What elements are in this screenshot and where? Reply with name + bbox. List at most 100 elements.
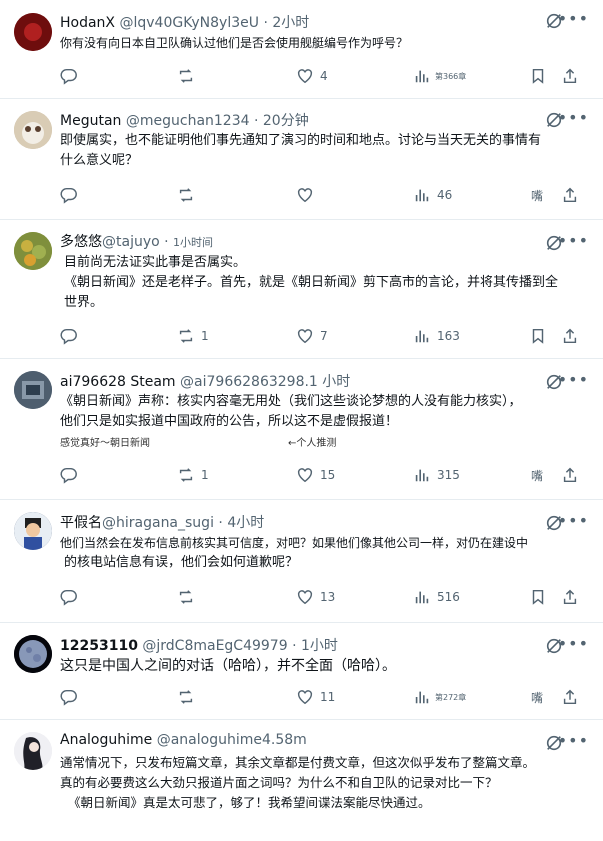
more-options-icon[interactable]: ••• bbox=[558, 511, 589, 530]
bookmark-button[interactable]: 嘴 bbox=[531, 465, 543, 485]
reply-icon bbox=[60, 68, 77, 85]
reply-tweet[interactable]: 12253110 @jrdC8maEgC49979 · 1小时 ••• 这只是中… bbox=[0, 623, 603, 720]
display-name[interactable]: 平假名 bbox=[60, 515, 102, 531]
bookmark-button[interactable] bbox=[529, 587, 547, 607]
separator-dot: · bbox=[253, 113, 259, 129]
bookmark-button[interactable]: 嘴 bbox=[531, 185, 543, 205]
tweet-header: 多悠悠@tajuyo · 1小时间 bbox=[60, 231, 213, 251]
heart-icon bbox=[297, 329, 313, 344]
more-options-icon[interactable]: ••• bbox=[558, 231, 589, 250]
display-name[interactable]: 12253110 bbox=[60, 638, 138, 654]
handle[interactable]: @ai79662863298.1 bbox=[180, 374, 318, 390]
tweet-text-line: 即使属实，也不能证明他们事先通知了演习的时间和地点。讨论与当天无关的事情有 bbox=[60, 133, 542, 148]
tweet-text-line: 目前尚无法证实此事是否属实。 bbox=[64, 255, 247, 270]
views-button[interactable]: 46 bbox=[413, 185, 452, 205]
timestamp[interactable]: 4小时 bbox=[227, 515, 264, 531]
heart-icon bbox=[297, 188, 313, 203]
retweet-button[interactable] bbox=[177, 687, 201, 707]
avatar[interactable] bbox=[14, 512, 52, 550]
tweet-text: 即使属实，也不能证明他们事先通知了演习的时间和地点。讨论与当天无关的事情有 什么… bbox=[60, 131, 573, 171]
timestamp[interactable]: 20分钟 bbox=[263, 113, 309, 129]
like-count: 13 bbox=[320, 590, 336, 604]
action-bar: 46 嘴 bbox=[0, 185, 603, 207]
views-button[interactable]: 163 bbox=[413, 326, 460, 346]
reply-tweet[interactable]: Megutan @meguchan1234 · 20分钟 ••• 即使属实，也不… bbox=[0, 99, 603, 220]
timestamp[interactable]: 小时 bbox=[322, 374, 350, 390]
display-name[interactable]: ai796628 Steam bbox=[60, 374, 176, 390]
more-options-icon[interactable]: ••• bbox=[558, 108, 589, 127]
tweet-header: HodanX @lqv40GKyN8yl3eU · 2小时 bbox=[60, 12, 309, 32]
handle[interactable]: @jrdC8maEgC49979 bbox=[142, 638, 287, 654]
action-bar: 1 15 315 嘴 bbox=[0, 465, 603, 487]
share-button[interactable] bbox=[561, 326, 579, 346]
reply-tweet[interactable]: HodanX @lqv40GKyN8yl3eU · 2小时 ••• 你有没有向日… bbox=[0, 0, 603, 99]
reply-button[interactable] bbox=[60, 185, 84, 205]
reply-button[interactable] bbox=[60, 326, 84, 346]
views-button[interactable]: 第366章 bbox=[413, 66, 466, 86]
avatar[interactable] bbox=[14, 371, 52, 409]
tweet-text: 通常情况下，只发布短篇文章，其余文章都是付费文章，但这次似乎发布了整篇文章。 真… bbox=[60, 753, 573, 813]
like-button[interactable]: 7 bbox=[296, 326, 328, 346]
display-name[interactable]: Analoguhime bbox=[60, 732, 152, 748]
tweet-text: 你有没有向日本自卫队确认过他们是否会使用舰艇编号作为呼号？ bbox=[60, 33, 573, 53]
bookmark-button[interactable] bbox=[529, 326, 547, 346]
like-button[interactable] bbox=[296, 185, 320, 205]
more-options-icon[interactable]: ••• bbox=[558, 370, 589, 389]
avatar[interactable] bbox=[14, 635, 52, 673]
analytics-icon bbox=[415, 189, 429, 202]
timestamp[interactable]: 1小时间 bbox=[173, 236, 213, 249]
avatar[interactable] bbox=[14, 232, 52, 270]
more-options-icon[interactable]: ••• bbox=[558, 634, 589, 653]
avatar[interactable] bbox=[14, 111, 52, 149]
retweet-button[interactable]: 1 bbox=[177, 326, 209, 346]
handle[interactable]: @tajuyo bbox=[102, 234, 160, 250]
more-options-icon[interactable]: ••• bbox=[558, 9, 589, 28]
tweet-header: Analoguhime @analoguhime4.58m bbox=[60, 732, 307, 748]
bookmark-button[interactable]: 嘴 bbox=[531, 687, 543, 707]
reply-button[interactable] bbox=[60, 66, 84, 86]
view-count: 315 bbox=[437, 468, 460, 482]
share-icon bbox=[563, 187, 577, 203]
retweet-button[interactable] bbox=[177, 185, 201, 205]
reply-tweet[interactable]: 平假名@hiragana_sugi · 4小时 ••• 他们当然会在发布信息前核… bbox=[0, 500, 603, 623]
retweet-button[interactable] bbox=[177, 587, 201, 607]
handle[interactable]: @hiragana_sugi bbox=[102, 515, 214, 531]
tweet-text: 《朝日新闻》声称：核实内容毫无用处（我们这些谈论梦想的人没有能力核实）， 他们只… bbox=[60, 392, 573, 432]
handle[interactable]: @analoguhime4.58m bbox=[157, 732, 307, 748]
display-name[interactable]: 多悠悠 bbox=[60, 234, 102, 250]
views-button[interactable]: 第272章 bbox=[413, 687, 466, 707]
handle[interactable]: @meguchan1234 bbox=[126, 113, 250, 129]
avatar[interactable] bbox=[14, 13, 52, 51]
retweet-icon bbox=[179, 590, 193, 604]
reply-tweet[interactable]: 多悠悠@tajuyo · 1小时间 ••• 目前尚无法证实此事是否属实。 《朝日… bbox=[0, 220, 603, 359]
action-bar: 4 第366章 bbox=[0, 66, 603, 88]
tweet-text-line: 他们当然会在发布信息前核实其可信度，对吧？如果他们像其他公司一样，对仍在建设中 bbox=[60, 536, 529, 550]
share-button[interactable] bbox=[561, 66, 579, 86]
timestamp[interactable]: 2小时 bbox=[272, 15, 309, 31]
retweet-button[interactable] bbox=[177, 66, 201, 86]
like-button[interactable]: 11 bbox=[296, 687, 335, 707]
share-button[interactable] bbox=[561, 687, 579, 707]
share-button[interactable] bbox=[561, 185, 579, 205]
share-button[interactable] bbox=[561, 465, 579, 485]
reply-button[interactable] bbox=[60, 465, 84, 485]
share-button[interactable] bbox=[561, 587, 579, 607]
handle[interactable]: @lqv40GKyN8yl3eU bbox=[119, 15, 259, 31]
display-name[interactable]: HodanX bbox=[60, 15, 115, 31]
bookmark-button[interactable] bbox=[529, 66, 547, 86]
reply-button[interactable] bbox=[60, 687, 84, 707]
retweet-button[interactable]: 1 bbox=[177, 465, 209, 485]
like-button[interactable]: 4 bbox=[296, 66, 328, 86]
reply-tweet[interactable]: Analoguhime @analoguhime4.58m ••• 通常情况下，… bbox=[0, 720, 603, 841]
like-button[interactable]: 15 bbox=[296, 465, 335, 485]
more-options-icon[interactable]: ••• bbox=[558, 731, 589, 750]
views-button[interactable]: 516 bbox=[413, 587, 460, 607]
reply-icon bbox=[60, 689, 77, 706]
reply-button[interactable] bbox=[60, 587, 84, 607]
avatar[interactable] bbox=[14, 732, 52, 770]
timestamp[interactable]: 1小时 bbox=[301, 638, 338, 654]
reply-tweet[interactable]: ai796628 Steam @ai79662863298.1 小时 ••• 《… bbox=[0, 359, 603, 500]
like-button[interactable]: 13 bbox=[296, 587, 335, 607]
views-button[interactable]: 315 bbox=[413, 465, 460, 485]
display-name[interactable]: Megutan bbox=[60, 113, 121, 129]
